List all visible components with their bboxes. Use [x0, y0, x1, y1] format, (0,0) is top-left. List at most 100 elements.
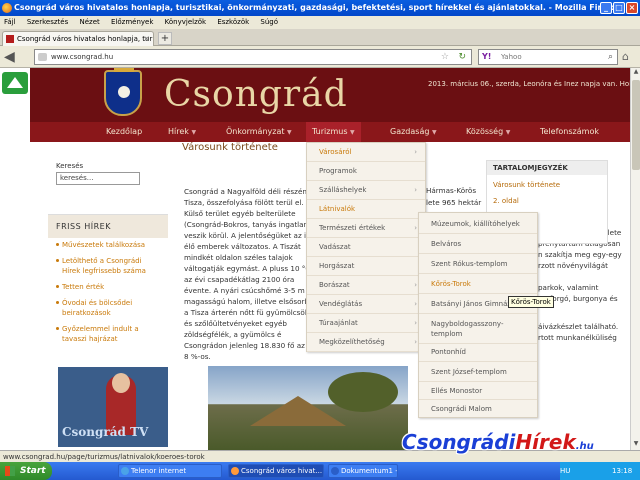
- submenu-item[interactable]: Múzeumok, kiállítóhelyek: [419, 219, 537, 229]
- news-link[interactable]: Művészetek találkozása: [56, 240, 156, 250]
- window-titlebar: Csongrád város hivatalos honlapja, turis…: [0, 0, 640, 16]
- site-favicon-icon: [6, 35, 14, 43]
- nav-item-kezdolap[interactable]: Kezdőlap: [106, 122, 142, 142]
- menu-tools[interactable]: Eszközök: [217, 18, 249, 26]
- article-body: Csongrád a Nagyalföld déli részén, a Tis…: [184, 187, 319, 361]
- start-button[interactable]: Start: [0, 462, 52, 480]
- dropdown-item-horgaszat[interactable]: Horgászat: [307, 257, 425, 276]
- dropdown-item-varosunkrol[interactable]: Városáról ›: [307, 143, 425, 162]
- news-link[interactable]: Győzelemmel indult a tavaszi hajrázat: [56, 324, 156, 344]
- dropdown-item-vadaszat[interactable]: Vadászat: [307, 238, 425, 257]
- site-title[interactable]: Csongrád: [164, 74, 348, 115]
- site-identity-icon[interactable]: [38, 53, 47, 61]
- maximize-icon[interactable]: □: [613, 2, 625, 14]
- page-viewport: Csongrád 2013. március 06., szerda, Leon…: [0, 68, 630, 450]
- reload-icon[interactable]: ↻: [458, 50, 466, 64]
- main-navigation: Kezdőlap Hírek ▼ Önkormányzat ▼ Turizmus…: [30, 122, 630, 142]
- submenu-item[interactable]: Szent Rókus-templom: [419, 259, 537, 269]
- system-tray: HU 13:18: [560, 462, 640, 480]
- search-bar[interactable]: Y! Yahoo ⌕: [478, 49, 618, 65]
- vertical-scrollbar[interactable]: ▲ ▼: [630, 68, 640, 450]
- article-fragment: áivázkészlet található.: [538, 322, 619, 331]
- toc-link[interactable]: Városunk története: [493, 181, 560, 189]
- browser-tab[interactable]: Csongrád város hivatalos honlapja, turis…: [2, 31, 154, 46]
- news-link[interactable]: Óvodai és bölcsődei beiratkozások: [56, 298, 156, 318]
- window-title: Csongrád város hivatalos honlapja, turis…: [14, 3, 621, 12]
- article-fragment: rzott növényvilágát: [538, 261, 608, 270]
- dropdown-item-szallashelyek[interactable]: Szálláshelyek ›: [307, 181, 425, 200]
- latnivalok-submenu: Múzeumok, kiállítóhelyek Belváros Szent …: [418, 212, 538, 418]
- dropdown-item-termeszeti-ertekek[interactable]: Természeti értékek ›: [307, 219, 425, 238]
- dropdown-item-megkozelithetoseg[interactable]: Megközelíthetőség ›: [307, 333, 425, 352]
- toc-title: TARTALOMJEGYZÉK: [487, 161, 607, 175]
- coat-of-arms-icon: [104, 68, 142, 116]
- menu-bar: Fájl Szerkesztés Nézet Előzmények Könyvj…: [0, 16, 640, 29]
- navigation-bar: ◀ www.csongrad.hu ☆ ↻ Y! Yahoo ⌕ ⌂: [0, 46, 640, 68]
- search-placeholder: Yahoo: [501, 53, 522, 61]
- article-title: Városunk története: [182, 142, 278, 153]
- news-link[interactable]: Tetten érték: [56, 282, 156, 292]
- menu-edit[interactable]: Szerkesztés: [27, 18, 68, 26]
- tv-label: Csongrád TV: [62, 425, 149, 439]
- nav-item-onkormanyzat[interactable]: Önkormányzat ▼: [226, 122, 292, 142]
- site-header: Csongrád 2013. március 06., szerda, Leon…: [30, 68, 630, 122]
- menu-help[interactable]: Súgó: [260, 18, 278, 26]
- search-input[interactable]: keresés...: [56, 172, 140, 185]
- left-strip: [0, 68, 30, 450]
- submenu-item[interactable]: Belváros: [419, 239, 537, 249]
- menu-view[interactable]: Nézet: [79, 18, 99, 26]
- clock[interactable]: 13:18: [612, 462, 632, 480]
- scroll-up-arrow-icon[interactable]: [2, 72, 28, 94]
- submenu-item[interactable]: Nagyboldogasszony-: [419, 319, 537, 329]
- back-arrow-icon[interactable]: ◀: [4, 48, 30, 66]
- close-icon[interactable]: ×: [626, 2, 638, 14]
- article-fragment: rtott munkanélküliség: [538, 333, 617, 342]
- nav-item-kozosseg[interactable]: Közösség ▼: [466, 122, 510, 142]
- scroll-up-icon[interactable]: ▲: [631, 68, 640, 78]
- menu-file[interactable]: Fájl: [4, 18, 16, 26]
- dropdown-item-boraszat[interactable]: Borászat ›: [307, 276, 425, 295]
- submenu-item[interactable]: Csongrádi Malom: [419, 404, 537, 414]
- tab-label: Csongrád város hivatalos honlapja, turis…: [17, 35, 153, 43]
- yahoo-icon[interactable]: Y!: [482, 50, 491, 64]
- home-icon[interactable]: ⌂: [622, 48, 638, 66]
- nav-item-turizmus[interactable]: Turizmus ▼: [306, 122, 361, 142]
- csongrad-tv-banner[interactable]: Csongrád TV: [58, 367, 168, 447]
- minimize-icon[interactable]: _: [600, 2, 612, 14]
- scrollbar-thumb[interactable]: [632, 80, 640, 170]
- friss-hirek-title: FRISS HÍREK: [56, 222, 111, 231]
- submenu-item-koros-torok[interactable]: Kőrös-Torok: [419, 279, 537, 289]
- menu-history[interactable]: Előzmények: [111, 18, 153, 26]
- windows-logo-icon: [5, 466, 15, 476]
- nav-item-hirek[interactable]: Hírek ▼: [168, 122, 196, 142]
- bookmark-star-icon[interactable]: ☆: [441, 50, 449, 64]
- taskbar-button[interactable]: Dokumentum1 - Micro...: [328, 464, 398, 478]
- submenu-item[interactable]: Szent József-templom: [419, 367, 537, 377]
- dropdown-item-latnivalok[interactable]: Látnivalók: [307, 200, 425, 219]
- address-bar[interactable]: www.csongrad.hu ☆ ↻: [34, 49, 472, 65]
- article-fragment: parkok, valamint: [538, 283, 599, 292]
- firefox-icon: [2, 3, 12, 13]
- news-link[interactable]: Letölthető a Csongrádi Hírek legfrissebb…: [56, 256, 156, 276]
- search-label: Keresés: [56, 162, 84, 170]
- tab-close-icon[interactable]: ×: [143, 32, 150, 46]
- article-fragment: n szakítja meg egy-egy: [538, 250, 622, 259]
- article-fragment: Hármas-Körös: [426, 186, 477, 195]
- nav-item-telefonszamok[interactable]: Telefonszámok: [540, 122, 599, 142]
- taskbar-button[interactable]: Telenor internet: [118, 464, 222, 478]
- menu-bookmarks[interactable]: Könyvjelzők: [165, 18, 206, 26]
- taskbar-button-firefox[interactable]: Csongrád város hivat...: [228, 464, 324, 478]
- toc-link[interactable]: 2. oldal: [493, 197, 519, 205]
- submenu-item[interactable]: Pontonhíd: [419, 347, 537, 357]
- submenu-item[interactable]: templom: [419, 329, 537, 339]
- dropdown-item-turaajanlat[interactable]: Túraajánlat ›: [307, 314, 425, 333]
- language-indicator[interactable]: HU: [560, 462, 570, 480]
- dropdown-item-vendeglatas[interactable]: Vendéglátás ›: [307, 295, 425, 314]
- nav-item-gazdasag[interactable]: Gazdaság ▼: [390, 122, 437, 142]
- submenu-item[interactable]: Ellés Monostor: [419, 386, 537, 396]
- dropdown-item-programok[interactable]: Programok: [307, 162, 425, 181]
- turizmus-dropdown: Városáról › Programok Szálláshelyek › Látn…: [306, 142, 426, 352]
- magnifier-icon[interactable]: ⌕: [608, 50, 613, 64]
- taskbar: Start Telenor internet Csongrád város hi…: [0, 462, 640, 480]
- new-tab-button[interactable]: +: [158, 32, 172, 45]
